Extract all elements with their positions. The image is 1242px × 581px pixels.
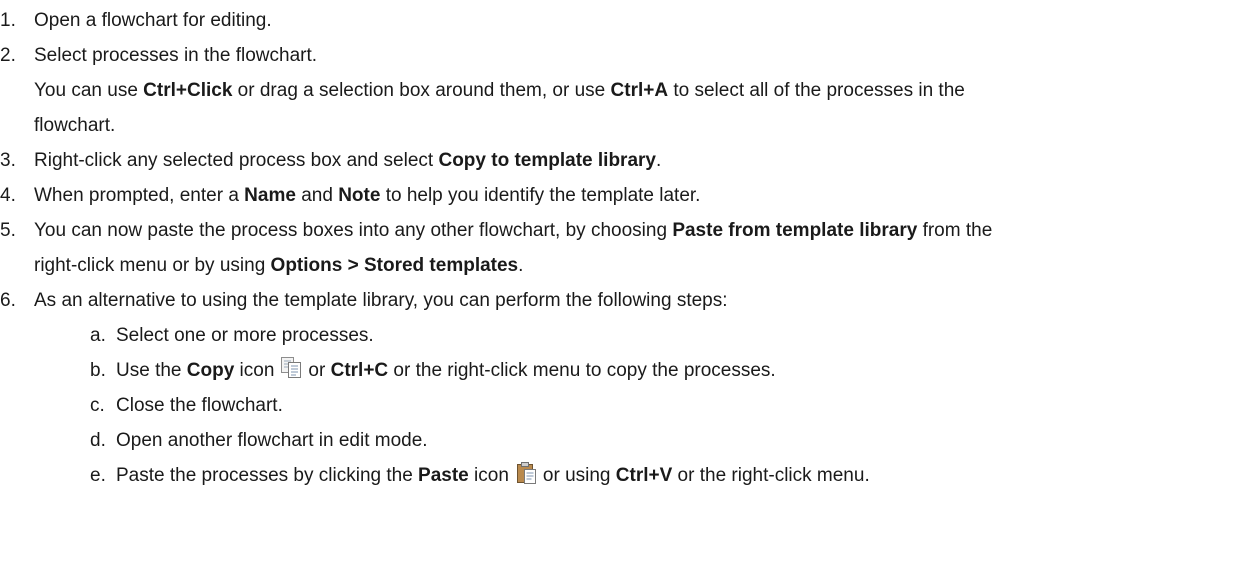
field-note-label: Note — [338, 185, 381, 206]
substep-letter: d. — [90, 430, 106, 451]
substep-letter: a. — [90, 325, 106, 346]
procedure-list: 1. Open a flowchart for editing. 2. Sele… — [0, 0, 1242, 493]
step-number: 2. — [0, 45, 16, 66]
substep-letter: e. — [90, 465, 106, 486]
substep-letter: c. — [90, 395, 105, 416]
note-text: to select all of the processes in the — [668, 80, 965, 101]
substep-text: Use the — [116, 360, 187, 381]
note-text: flowchart. — [34, 115, 116, 136]
substep-text: or — [308, 360, 331, 381]
step-text: and — [295, 185, 339, 206]
step-text: from the — [917, 220, 993, 241]
substep-text: Close the flowchart. — [116, 395, 283, 416]
menu-options-stored-templates: Options > Stored templates — [270, 255, 519, 276]
step-text: . — [518, 255, 524, 276]
step-6: 6. As an alternative to using the templa… — [0, 283, 1242, 318]
substep-text: Open another flowchart in edit mode. — [116, 430, 428, 451]
note-text: or drag a selection box around them, or … — [232, 80, 611, 101]
menu-copy-to-template-library: Copy to template library — [438, 150, 656, 171]
step-1: 1. Open a flowchart for editing. — [0, 3, 1242, 38]
substep-b: b. Use the Copy icon or Ctrl+C or the ri… — [0, 353, 1242, 388]
substep-c: c. Close the flowchart. — [0, 388, 1242, 423]
step-text: Right-click any selected process box and… — [34, 150, 439, 171]
substep-d: d. Open another flowchart in edit mode. — [0, 423, 1242, 458]
copy-icon — [280, 356, 302, 380]
substep-letter: b. — [90, 360, 106, 381]
step-text: . — [655, 150, 662, 171]
menu-paste-from-template-library: Paste from template library — [672, 220, 918, 241]
note-text: You can use — [34, 80, 144, 101]
step-5: 5. You can now paste the process boxes i… — [0, 213, 1242, 248]
step-text: Select processes in the flowchart. — [34, 45, 318, 66]
substep-text: or the right-click menu. — [672, 465, 870, 486]
step-2: 2. Select processes in the flowchart. — [0, 38, 1242, 73]
step-3: 3. Right-click any selected process box … — [0, 143, 1242, 178]
shortcut-ctrl-v: Ctrl+V — [615, 465, 673, 486]
copy-label: Copy — [186, 360, 235, 381]
field-name-label: Name — [244, 185, 296, 206]
step-text: As an alternative to using the template … — [34, 290, 728, 311]
paste-icon — [515, 461, 537, 485]
step-number: 5. — [0, 220, 16, 241]
substep-e: e. Paste the processes by clicking the P… — [0, 458, 1242, 493]
shortcut-ctrl-a: Ctrl+A — [610, 80, 669, 101]
step-2-note-continued: flowchart. — [0, 108, 1242, 143]
substep-text: or using — [542, 465, 616, 486]
step-text: to help you identify the template later. — [380, 185, 701, 206]
step-text: When prompted, enter a — [34, 185, 245, 206]
shortcut-ctrl-click: Ctrl+Click — [143, 80, 233, 101]
step-number: 3. — [0, 150, 16, 171]
substep-a: a. Select one or more processes. — [0, 318, 1242, 353]
step-text: You can now paste the process boxes into… — [34, 220, 673, 241]
step-number: 1. — [0, 10, 16, 31]
step-text: Open a flowchart for editing. — [34, 10, 272, 31]
substep-text: or the right-click menu to copy the proc… — [388, 360, 776, 381]
substep-text: icon — [468, 465, 509, 486]
paste-label: Paste — [418, 465, 469, 486]
step-number: 4. — [0, 185, 16, 206]
shortcut-ctrl-c: Ctrl+C — [330, 360, 389, 381]
substep-text: Select one or more processes. — [116, 325, 374, 346]
step-number: 6. — [0, 290, 16, 311]
step-2-note: You can use Ctrl+Click or drag a selecti… — [0, 73, 1242, 108]
step-4: 4. When prompted, enter a Name and Note … — [0, 178, 1242, 213]
substep-text: Paste the processes by clicking the — [116, 465, 419, 486]
step-text: right-click menu or by using — [34, 255, 271, 276]
step-5-continued: right-click menu or by using Options > S… — [0, 248, 1242, 283]
substep-text: icon — [234, 360, 275, 381]
